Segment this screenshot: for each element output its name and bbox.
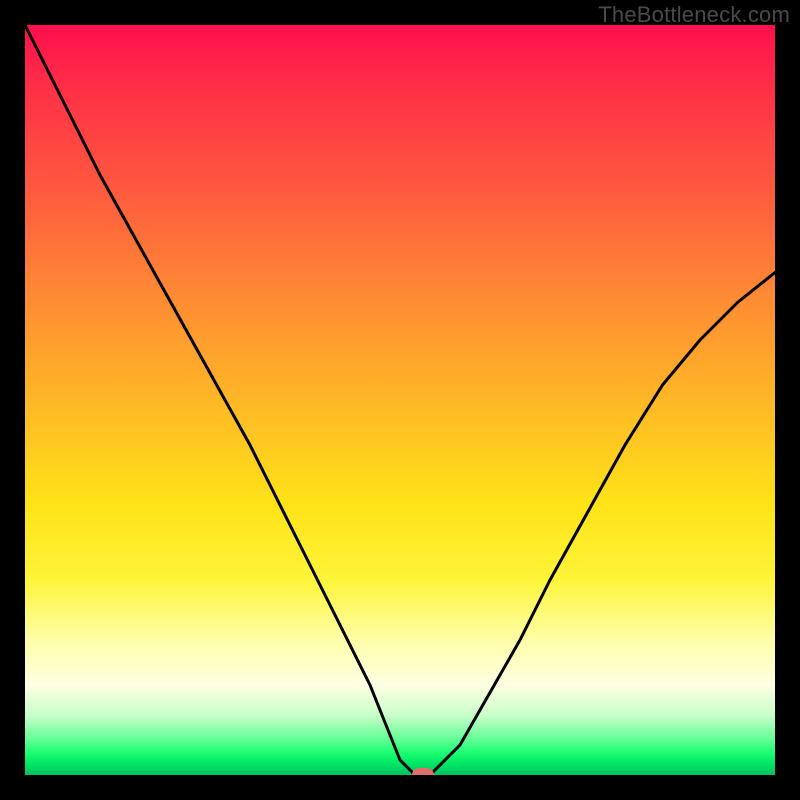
bottleneck-curve (25, 25, 775, 775)
curve-svg (25, 25, 775, 775)
chart-frame: TheBottleneck.com (0, 0, 800, 800)
plot-area (25, 25, 775, 775)
watermark-text: TheBottleneck.com (598, 2, 790, 28)
optimal-point-marker (412, 768, 434, 775)
